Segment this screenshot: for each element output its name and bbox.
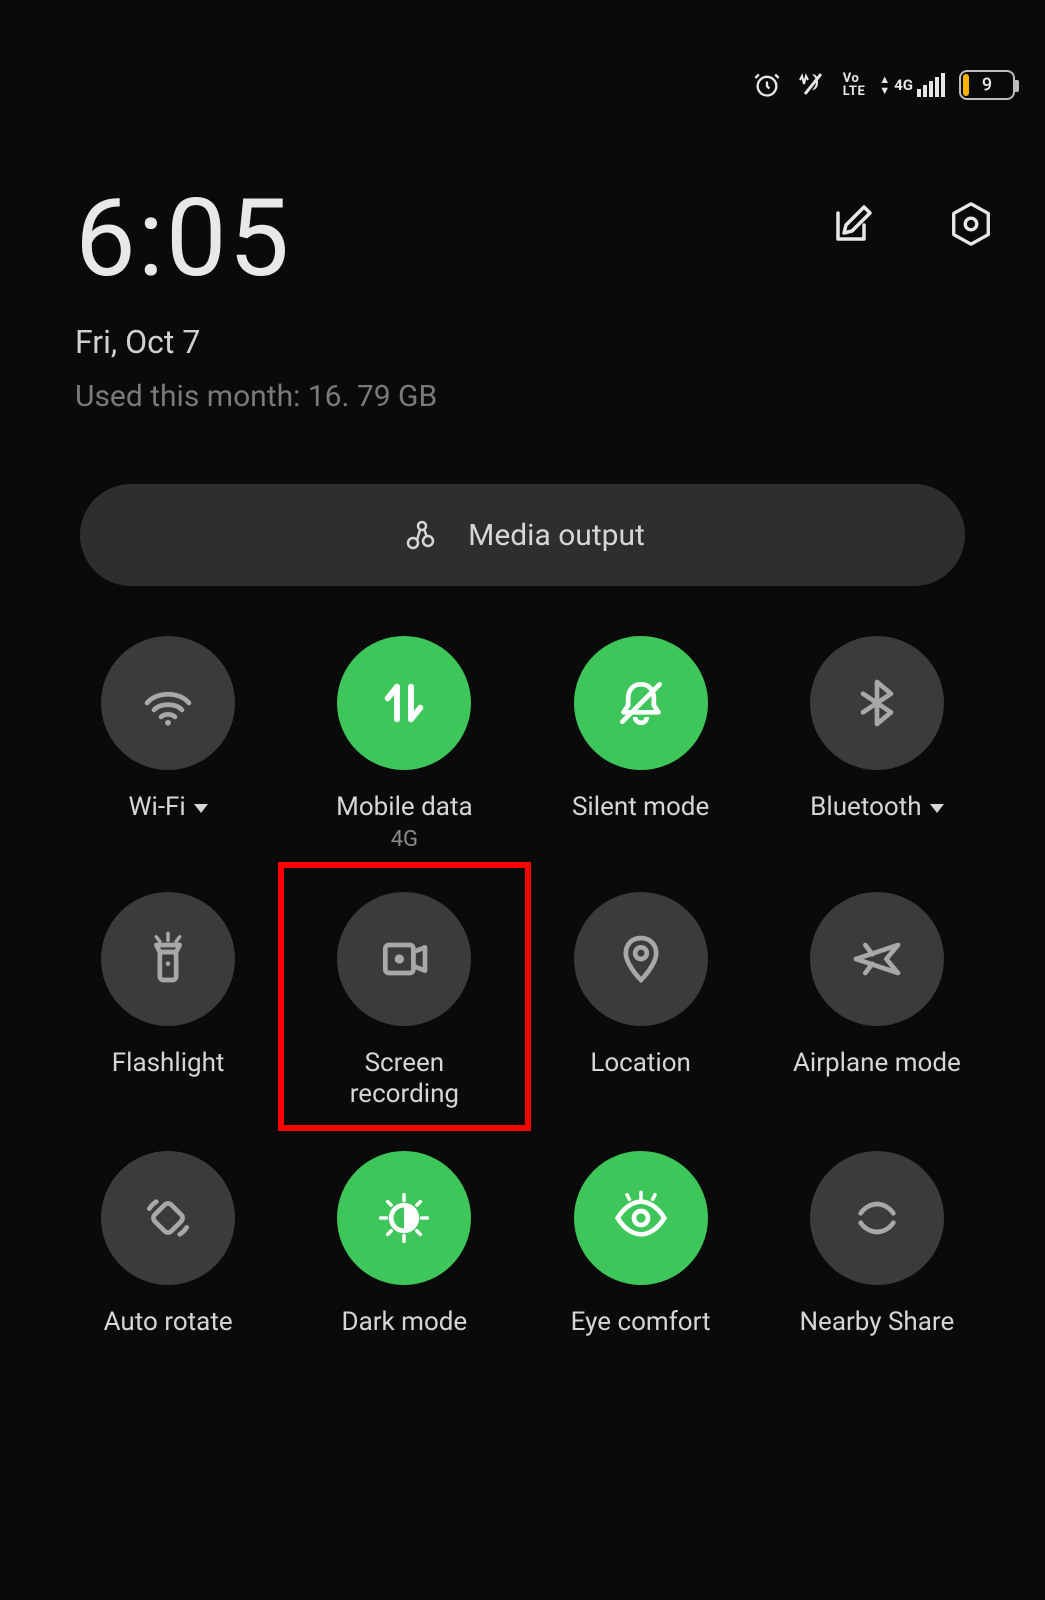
nearby-share-label: Nearby Share	[799, 1307, 954, 1338]
rotate-icon	[140, 1190, 196, 1246]
settings-button[interactable]	[947, 200, 995, 248]
airplane-mode-label: Airplane mode	[793, 1048, 961, 1079]
nearby-icon	[849, 1190, 905, 1246]
tile-silent-mode: Silent mode	[523, 636, 759, 852]
wi-fi-label[interactable]: Wi-Fi	[128, 792, 207, 823]
eye-comfort-toggle[interactable]	[574, 1151, 708, 1285]
tile-mobile-data: Mobile data 4G	[286, 636, 522, 852]
dark-mode-icon	[376, 1190, 432, 1246]
bluetooth-label[interactable]: Bluetooth	[810, 792, 943, 823]
mobile-data-toggle[interactable]	[337, 636, 471, 770]
media-output-button[interactable]: Media output	[80, 484, 965, 586]
tile-wi-fi: Wi-Fi	[50, 636, 286, 852]
screen-recording-label: Screen recording	[314, 1048, 494, 1110]
tile-dark-mode: Dark mode	[286, 1151, 522, 1338]
flashlight-label: Flashlight	[112, 1048, 225, 1079]
flashlight-toggle[interactable]	[101, 892, 235, 1026]
bluetooth-icon	[849, 675, 905, 731]
tile-airplane-mode: Airplane mode	[759, 892, 995, 1110]
tile-screen-recording: Screen recording	[286, 892, 522, 1110]
tile-flashlight: Flashlight	[50, 892, 286, 1110]
auto-rotate-toggle[interactable]	[101, 1151, 235, 1285]
location-label: Location	[590, 1048, 691, 1079]
location-toggle[interactable]	[574, 892, 708, 1026]
tile-bluetooth: Bluetooth	[759, 636, 995, 852]
flashlight-icon	[140, 931, 196, 987]
bell-off-icon	[613, 675, 669, 731]
media-output-icon	[400, 515, 440, 555]
chevron-down-icon	[930, 804, 944, 813]
screen-record-icon	[376, 931, 432, 987]
airplane-mode-toggle[interactable]	[810, 892, 944, 1026]
tile-eye-comfort: Eye comfort	[523, 1151, 759, 1338]
mobile-data-icon	[376, 675, 432, 731]
quick-settings-grid: Wi-Fi Mobile data 4G Silent mode Bluetooth Fl…	[20, 636, 1025, 1338]
media-output-label: Media output	[468, 518, 645, 553]
dark-mode-label: Dark mode	[342, 1307, 468, 1338]
eye-icon	[613, 1190, 669, 1246]
wifi-icon	[140, 675, 196, 731]
nearby-share-toggle[interactable]	[810, 1151, 944, 1285]
dark-mode-toggle[interactable]	[337, 1151, 471, 1285]
chevron-down-icon	[194, 804, 208, 813]
tile-nearby-share: Nearby Share	[759, 1151, 995, 1338]
silent-mode-toggle[interactable]	[574, 636, 708, 770]
mobile-data-label: Mobile data	[336, 792, 472, 823]
data-usage-label: Used this month: 16. 79 GB	[75, 379, 1025, 414]
header: 6:05 Fri, Oct 7 Used this month: 16. 79 …	[20, 0, 1025, 414]
mobile-data-sublabel: 4G	[391, 827, 418, 852]
silent-mode-label: Silent mode	[572, 792, 709, 823]
screen-recording-toggle[interactable]	[337, 892, 471, 1026]
wi-fi-toggle[interactable]	[101, 636, 235, 770]
tile-auto-rotate: Auto rotate	[50, 1151, 286, 1338]
edit-button[interactable]	[829, 200, 877, 248]
eye-comfort-label: Eye comfort	[571, 1307, 711, 1338]
airplane-icon	[849, 931, 905, 987]
date-label: Fri, Oct 7	[75, 323, 1025, 361]
auto-rotate-label: Auto rotate	[104, 1307, 233, 1338]
tile-location: Location	[523, 892, 759, 1110]
bluetooth-toggle[interactable]	[810, 636, 944, 770]
location-icon	[613, 931, 669, 987]
quick-settings-panel: Vo LTE ▲▼ 4G 9 6:05	[0, 0, 1045, 1600]
